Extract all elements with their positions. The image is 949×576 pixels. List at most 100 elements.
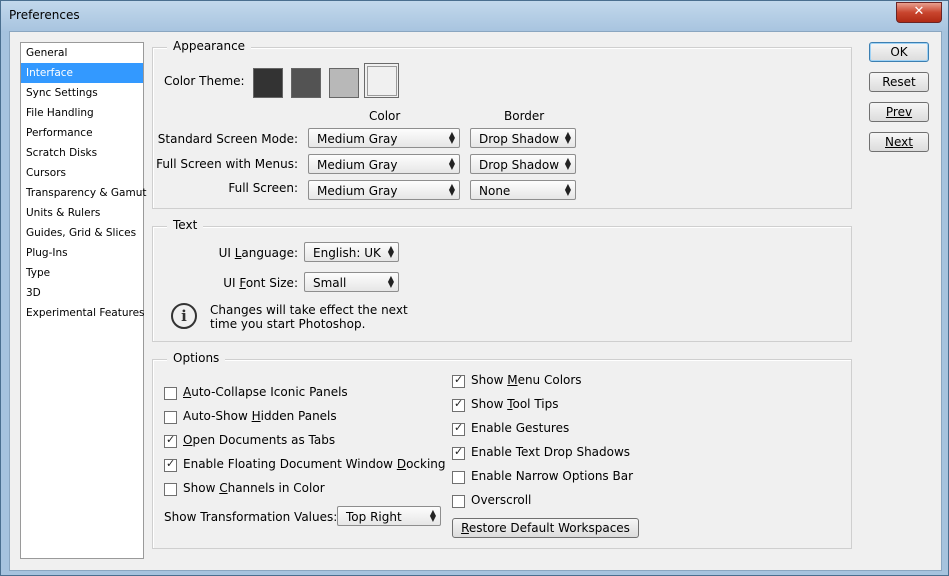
select-value: Drop Shadow <box>479 158 560 172</box>
options-group: Options Show Transformation Values: Top … <box>152 351 852 549</box>
ui-font-size-label: UI Font Size: <box>223 276 298 290</box>
dropdown-arrows-icon: ▲ ▼ <box>448 156 455 171</box>
next-button[interactable]: Next <box>869 132 929 152</box>
full-screen-color-select[interactable]: Medium Gray ▲ ▼ <box>308 180 460 200</box>
category-list[interactable]: General Interface Sync Settings File Handli… <box>20 42 146 559</box>
checkmark-icon: ✓ <box>454 421 464 434</box>
sidebar-item-cursors[interactable]: Cursors <box>21 163 143 183</box>
sidebar-item-interface[interactable]: Interface <box>21 63 143 83</box>
ui-font-size-select[interactable]: Small ▲ ▼ <box>304 272 399 292</box>
sidebar-item-plug-ins[interactable]: Plug-Ins <box>21 243 143 263</box>
options-legend: Options <box>167 351 226 365</box>
dropdown-arrows-icon: ▲ ▼ <box>448 130 455 145</box>
option-label[interactable]: Show Channels in Color <box>183 481 325 495</box>
transformation-values-label: Show Transformation Values: <box>164 510 338 524</box>
theme-swatch-light[interactable] <box>329 68 359 98</box>
option-label[interactable]: Enable Floating Document Window Docking <box>183 457 446 471</box>
standard-screen-color-select[interactable]: Medium Gray ▲ ▼ <box>308 128 460 148</box>
sidebar-item-performance[interactable]: Performance <box>21 123 143 143</box>
standard-screen-border-select[interactable]: Drop Shadow ▲ ▼ <box>470 128 576 148</box>
dropdown-arrows-icon: ▲ ▼ <box>387 244 394 259</box>
full-screen-border-select[interactable]: None ▲ ▼ <box>470 180 576 200</box>
reset-button[interactable]: Reset <box>869 72 929 92</box>
option-label[interactable]: Auto-Collapse Iconic Panels <box>183 385 348 399</box>
sidebar-item-general[interactable]: General <box>21 43 143 63</box>
sidebar-item-file-handling[interactable]: File Handling <box>21 103 143 123</box>
color-theme-label: Color Theme: <box>164 74 245 88</box>
close-button[interactable]: ✕ <box>896 2 942 23</box>
select-value: Small <box>313 276 347 290</box>
option-label[interactable]: Show Menu Colors <box>471 373 582 387</box>
checkbox[interactable]: ✓ <box>452 373 465 388</box>
ok-button[interactable]: OK <box>869 42 929 62</box>
select-value: None <box>479 184 511 198</box>
text-group: Text UI Language: English: UK ▲ ▼ UI Font … <box>152 218 852 342</box>
checkbox[interactable]: ✓ <box>452 397 465 412</box>
checkbox[interactable] <box>164 387 177 400</box>
full-screen-menus-color-select[interactable]: Medium Gray ▲ ▼ <box>308 154 460 174</box>
select-value: Medium Gray <box>317 158 398 172</box>
appearance-group: Appearance Color Theme: Color Border Sta… <box>152 39 852 209</box>
checkbox[interactable]: ✓ <box>164 457 177 472</box>
checkbox[interactable] <box>452 495 465 508</box>
checkbox[interactable]: ✓ <box>164 433 177 448</box>
option-label[interactable]: Open Documents as Tabs <box>183 433 335 447</box>
option-label[interactable]: Show Tool Tips <box>471 397 559 411</box>
sidebar-item-3d[interactable]: 3D <box>21 283 143 303</box>
theme-swatch-darkest[interactable] <box>253 68 283 98</box>
sidebar-item-units-rulers[interactable]: Units & Rulers <box>21 203 143 223</box>
checkbox[interactable]: ✓ <box>452 421 465 436</box>
color-column-header: Color <box>369 109 401 123</box>
checkbox[interactable] <box>164 411 177 424</box>
checkmark-icon: ✓ <box>454 373 464 386</box>
checkmark-icon: ✓ <box>454 445 464 458</box>
prev-button[interactable]: Prev <box>869 102 929 122</box>
border-column-header: Border <box>504 109 545 123</box>
full-screen-menus-border-select[interactable]: Drop Shadow ▲ ▼ <box>470 154 576 174</box>
title-bar[interactable]: Preferences ✕ <box>1 1 948 31</box>
restart-note-line2: time you start Photoshop. <box>210 317 366 331</box>
window-title: Preferences <box>9 8 80 22</box>
option-label[interactable]: Auto-Show Hidden Panels <box>183 409 337 423</box>
ui-language-label: UI Language: <box>218 246 298 260</box>
option-label[interactable]: Enable Narrow Options Bar <box>471 469 633 483</box>
checkmark-icon: ✓ <box>166 457 176 470</box>
restore-default-workspaces-button[interactable]: Restore Default Workspaces <box>452 518 639 538</box>
close-icon: ✕ <box>913 4 925 19</box>
sidebar-item-experimental-features[interactable]: Experimental Features <box>21 303 145 323</box>
appearance-legend: Appearance <box>167 39 252 53</box>
dropdown-arrows-icon: ▲ ▼ <box>564 130 571 145</box>
full-screen-label: Full Screen: <box>228 181 298 195</box>
select-value: Medium Gray <box>317 132 398 146</box>
prev-label: Prev <box>885 105 913 119</box>
full-screen-menus-label: Full Screen with Menus: <box>156 157 298 171</box>
transformation-values-select[interactable]: Top Right ▲ ▼ <box>337 506 441 526</box>
option-label[interactable]: Enable Text Drop Shadows <box>471 445 630 459</box>
sidebar-item-sync-settings[interactable]: Sync Settings <box>21 83 143 103</box>
standard-screen-mode-label: Standard Screen Mode: <box>157 132 298 146</box>
preferences-window: Preferences ✕ General Interface Sync Setti… <box>0 0 949 576</box>
next-label: Next <box>885 135 913 149</box>
ui-language-select[interactable]: English: UK ▲ ▼ <box>304 242 399 262</box>
select-value: Top Right <box>346 510 402 524</box>
option-label[interactable]: Enable Gestures <box>471 421 569 435</box>
dialog-client: General Interface Sync Settings File Handli… <box>9 31 942 571</box>
dropdown-arrows-icon: ▲ ▼ <box>564 156 571 171</box>
restart-note-line1: Changes will take effect the next <box>210 303 408 317</box>
sidebar-item-transparency-gamut[interactable]: Transparency & Gamut <box>21 183 146 203</box>
select-value: Medium Gray <box>317 184 398 198</box>
info-icon: i <box>171 303 197 329</box>
dropdown-arrows-icon: ▲ ▼ <box>429 508 436 523</box>
sidebar-item-type[interactable]: Type <box>21 263 143 283</box>
checkbox[interactable] <box>452 471 465 484</box>
theme-swatch-lightest[interactable] <box>367 66 397 96</box>
select-value: English: UK <box>313 246 381 260</box>
option-label[interactable]: Overscroll <box>471 493 531 507</box>
checkbox[interactable]: ✓ <box>452 445 465 460</box>
dropdown-arrows-icon: ▲ ▼ <box>448 182 455 197</box>
checkbox[interactable] <box>164 483 177 496</box>
theme-swatch-dark[interactable] <box>291 68 321 98</box>
dropdown-arrows-icon: ▲ ▼ <box>387 274 394 289</box>
sidebar-item-scratch-disks[interactable]: Scratch Disks <box>21 143 143 163</box>
sidebar-item-guides-grid-slices[interactable]: Guides, Grid & Slices <box>21 223 143 243</box>
